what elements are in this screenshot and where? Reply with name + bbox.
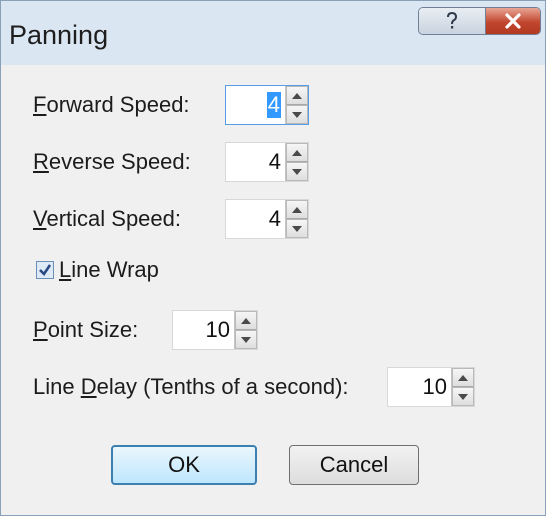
down-arrow-icon xyxy=(292,111,302,118)
up-arrow-icon xyxy=(292,92,302,99)
down-arrow-icon xyxy=(241,336,251,343)
vertical-speed-spinner[interactable]: 4 xyxy=(225,199,309,239)
title-bar: Panning xyxy=(1,1,545,65)
ok-button[interactable]: OK xyxy=(111,445,257,485)
window-title: Panning xyxy=(9,20,109,50)
forward-speed-up-button[interactable] xyxy=(286,86,308,105)
line-delay-spinner[interactable]: 10 xyxy=(387,367,475,407)
line-delay-input[interactable]: 10 xyxy=(388,368,451,406)
question-mark-icon xyxy=(447,12,458,29)
line-delay-label: Line Delay (Tenths of a second): xyxy=(33,374,349,399)
reverse-speed-down-button[interactable] xyxy=(286,162,308,181)
panning-dialog: Panning Forward Speed: 4 Reverse Speed: … xyxy=(0,0,546,516)
line-wrap-checkbox[interactable] xyxy=(36,261,54,279)
line-delay-up-button[interactable] xyxy=(452,368,474,387)
up-arrow-icon xyxy=(458,374,468,381)
reverse-speed-label: Reverse Speed: xyxy=(33,149,191,174)
forward-speed-spinner[interactable]: 4 xyxy=(225,85,309,125)
point-size-up-button[interactable] xyxy=(235,311,257,330)
cancel-button[interactable]: Cancel xyxy=(289,445,419,485)
point-size-input[interactable]: 10 xyxy=(173,311,234,349)
checkmark-icon xyxy=(39,264,52,277)
forward-speed-input[interactable]: 4 xyxy=(226,86,285,124)
close-icon xyxy=(505,13,521,29)
up-arrow-icon xyxy=(292,149,302,156)
help-button[interactable] xyxy=(419,8,486,34)
point-size-spinner[interactable]: 10 xyxy=(172,310,258,350)
forward-speed-label: Forward Speed: xyxy=(33,92,190,117)
down-arrow-icon xyxy=(458,393,468,400)
up-arrow-icon xyxy=(241,317,251,324)
close-button[interactable] xyxy=(486,8,540,34)
vertical-speed-label: Vertical Speed: xyxy=(33,206,181,231)
title-buttons xyxy=(418,7,541,35)
vertical-speed-up-button[interactable] xyxy=(286,200,308,219)
reverse-speed-spinner[interactable]: 4 xyxy=(225,142,309,182)
vertical-speed-down-button[interactable] xyxy=(286,219,308,238)
dialog-body: Forward Speed: 4 Reverse Speed: 4 Vertic… xyxy=(7,65,539,511)
line-wrap-label[interactable]: Line Wrap xyxy=(59,257,159,283)
down-arrow-icon xyxy=(292,225,302,232)
reverse-speed-up-button[interactable] xyxy=(286,143,308,162)
down-arrow-icon xyxy=(292,168,302,175)
point-size-label: Point Size: xyxy=(33,317,139,342)
reverse-speed-input[interactable]: 4 xyxy=(226,143,285,181)
up-arrow-icon xyxy=(292,206,302,213)
forward-speed-down-button[interactable] xyxy=(286,105,308,124)
vertical-speed-input[interactable]: 4 xyxy=(226,200,285,238)
point-size-down-button[interactable] xyxy=(235,330,257,349)
line-delay-down-button[interactable] xyxy=(452,387,474,406)
